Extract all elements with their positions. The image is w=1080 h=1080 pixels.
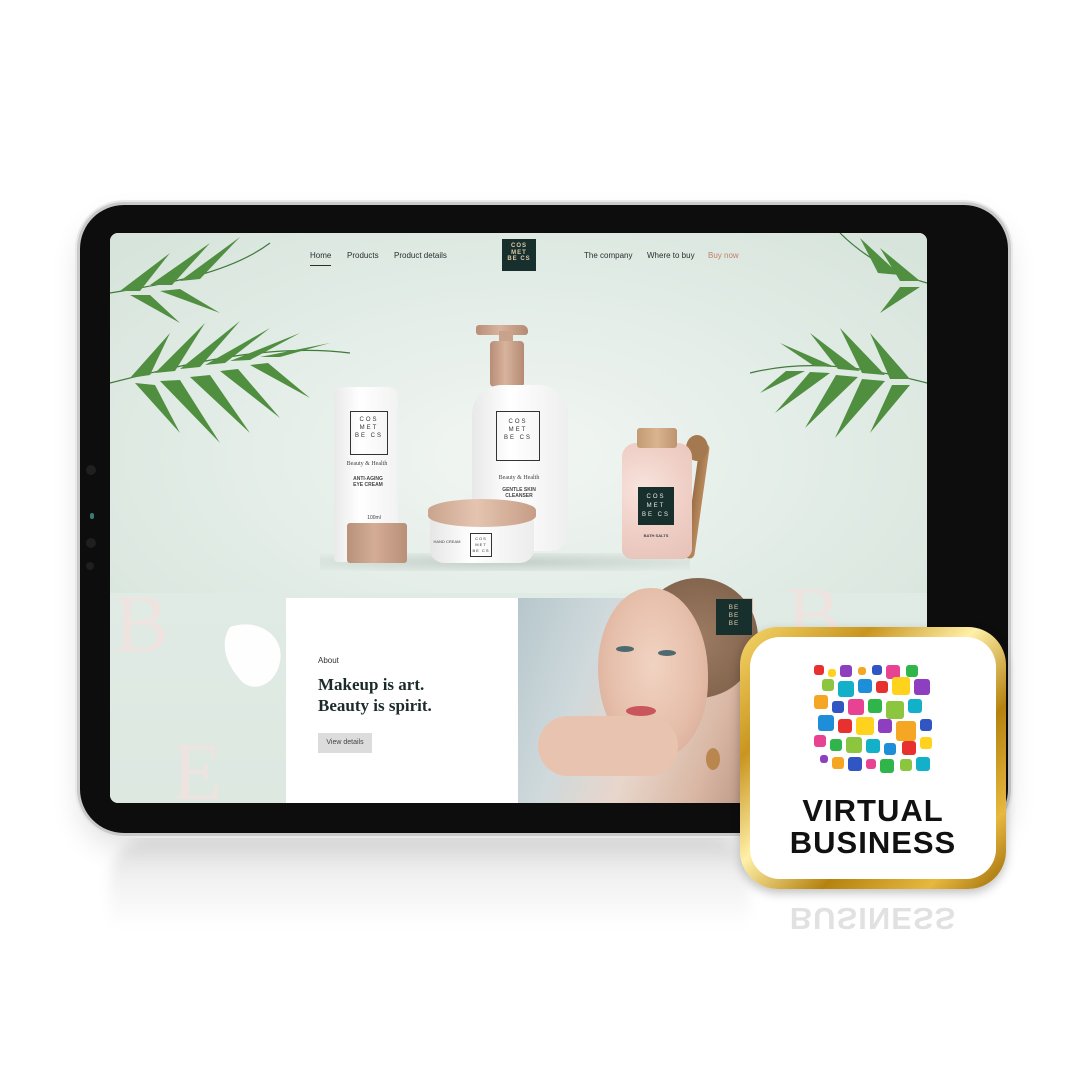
portrait-eye xyxy=(658,650,676,656)
salt-brand-label: COS MET BE CS xyxy=(638,487,674,525)
mosaic-square xyxy=(902,741,916,755)
about-heading: Makeup is art. Beauty is spirit. xyxy=(318,674,432,716)
nav-company[interactable]: The company xyxy=(584,251,632,260)
mosaic-square xyxy=(832,757,844,769)
nav-products[interactable]: Products xyxy=(347,251,379,260)
mosaic-square xyxy=(896,721,916,741)
badge-title-line2: BUSINESS xyxy=(789,825,957,860)
mosaic-square xyxy=(838,681,854,697)
mosaic-square xyxy=(900,759,912,771)
mosaic-square xyxy=(906,665,918,677)
be-corner-mark: BE BE BE xyxy=(716,599,752,635)
mosaic-square xyxy=(840,665,852,677)
mosaic-square xyxy=(814,695,828,709)
mosaic-square xyxy=(822,679,834,691)
bottle-brand-label: COS MET BE CS xyxy=(496,411,540,461)
jar-product-name: HAND CREAM xyxy=(433,539,461,544)
mosaic-square xyxy=(868,699,882,713)
mosaic-square xyxy=(920,737,932,749)
about-heading-line: Makeup is art. xyxy=(318,675,425,694)
nav-product-details[interactable]: Product details xyxy=(394,251,447,260)
bottle-subtitle: Beauty & Health xyxy=(498,475,540,481)
mosaic-square xyxy=(872,665,882,675)
mosaic-square xyxy=(848,699,864,715)
decor-letter: E xyxy=(172,726,223,804)
portrait-earring xyxy=(706,748,720,770)
mosaic-square xyxy=(828,669,836,677)
mosaic-square xyxy=(820,755,828,763)
camera-sensor xyxy=(86,562,94,570)
portrait-eye xyxy=(616,646,634,652)
mosaic-square xyxy=(866,759,876,769)
badge-title-line1: VIRTUAL xyxy=(802,793,944,828)
portrait-hand xyxy=(538,716,678,776)
decor-letter: B xyxy=(114,578,169,669)
pump-collar xyxy=(490,341,524,387)
mosaic-square xyxy=(818,715,834,731)
mosaic-square xyxy=(830,739,842,751)
power-button xyxy=(75,250,79,280)
mosaic-square xyxy=(866,739,880,753)
palm-leaf-left xyxy=(110,237,351,443)
badge-face: VIRTUAL BUSINESS xyxy=(750,637,996,879)
tube-subtitle: Beauty & Health xyxy=(346,461,388,467)
mosaic-square xyxy=(848,757,862,771)
mosaic-square xyxy=(914,679,930,695)
mosaic-square xyxy=(920,719,932,731)
view-details-button[interactable]: View details xyxy=(318,733,372,753)
salt-product-name: BATH SALTS xyxy=(643,533,669,538)
tube-size: 100ml xyxy=(367,515,381,521)
nav-home[interactable]: Home xyxy=(310,251,332,266)
mosaic-square xyxy=(814,735,826,747)
mosaic-square xyxy=(858,667,866,675)
mosaic-square xyxy=(838,719,852,733)
about-label: About xyxy=(318,656,339,665)
mosaic-square xyxy=(916,757,930,771)
palm-leaf-right xyxy=(750,233,927,438)
portrait-lips xyxy=(626,706,656,716)
camera-lens xyxy=(86,465,96,475)
camera-indicator xyxy=(90,513,94,519)
camera-sensor xyxy=(86,538,96,548)
mosaic-square xyxy=(858,679,872,693)
mosaic-square xyxy=(908,699,922,713)
brand-logo[interactable]: COS MET BE CS xyxy=(502,239,536,271)
mosaic-square xyxy=(832,701,844,713)
mosaic-square xyxy=(886,701,904,719)
volume-button xyxy=(146,200,188,204)
mosaic-logo-icon xyxy=(814,665,934,783)
mosaic-square xyxy=(878,719,892,733)
nav-where-to-buy[interactable]: Where to buy xyxy=(647,251,695,260)
volume-button xyxy=(196,200,238,204)
bottle-product-name: GENTLE SKIN CLEANSER xyxy=(502,487,536,499)
jar-brand-label: COS MET BE CS xyxy=(470,533,492,557)
nav-buy-now[interactable]: Buy now xyxy=(708,251,739,260)
mosaic-square xyxy=(846,737,862,753)
mosaic-square xyxy=(876,681,888,693)
mosaic-square xyxy=(814,665,824,675)
about-heading-line: Beauty is spirit. xyxy=(318,696,432,715)
eye-cream-cap xyxy=(347,523,407,563)
logo-line: BE CS xyxy=(507,256,531,262)
mosaic-square xyxy=(856,717,874,735)
hand-cream-lid xyxy=(428,499,536,527)
mosaic-square xyxy=(880,759,894,773)
tube-product-name: ANTI-AGING EYE CREAM xyxy=(353,476,383,488)
cream-smear xyxy=(224,624,281,687)
cork-stopper xyxy=(637,428,677,448)
mosaic-square xyxy=(892,677,910,695)
tube-brand-label: COS MET BE CS xyxy=(350,411,388,455)
mosaic-square xyxy=(884,743,896,755)
virtual-business-badge: VIRTUAL BUSINESS xyxy=(740,627,1006,889)
badge-text-reflection: BUSINESS xyxy=(789,901,957,936)
tablet-reflection xyxy=(110,838,750,928)
about-card: About Makeup is art. Beauty is spirit. V… xyxy=(286,598,518,803)
